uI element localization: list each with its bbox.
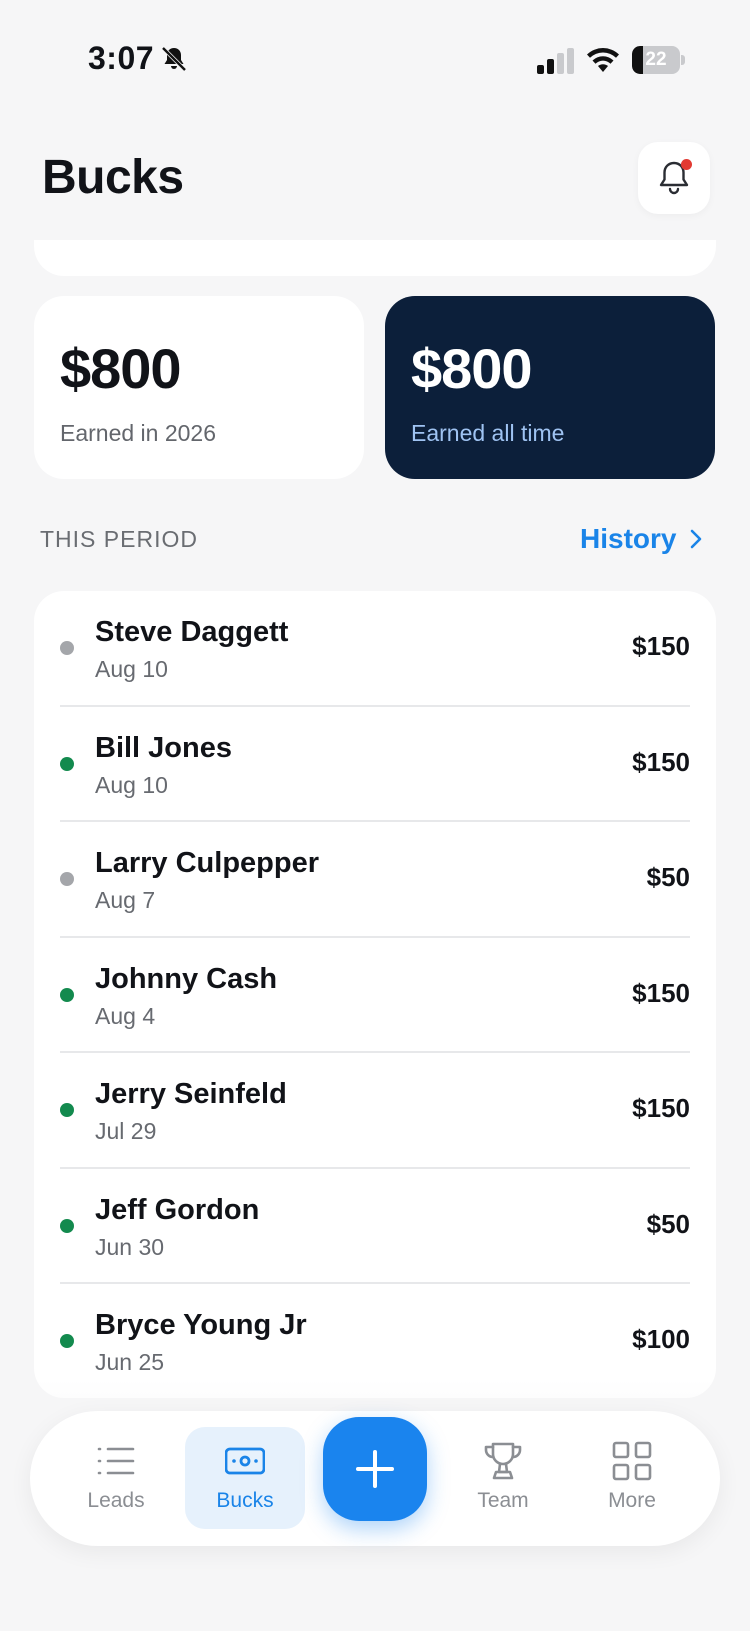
grid-icon (612, 1441, 652, 1481)
bucks-list: Steve Daggett Aug 10 $150 Bill Jones Aug 10 $… (34, 591, 716, 1398)
entry-amount: $150 (632, 977, 690, 1008)
status-dot (60, 641, 74, 655)
stat-value: $800 (60, 337, 182, 400)
stat-label: Earned in 2026 (60, 420, 217, 446)
entry-date: Aug 10 (95, 656, 168, 682)
nav-leads[interactable]: Leads (56, 1427, 176, 1529)
entry-name: Jeff Gordon (95, 1193, 260, 1226)
status-bar: 3:07 22 (0, 0, 750, 120)
entry-name: Bill Jones (95, 731, 232, 764)
nav-label: Bucks (216, 1489, 274, 1512)
battery-indicator: 22 (632, 46, 685, 74)
entry-amount: $50 (646, 1208, 690, 1239)
entry-name: Larry Culpepper (95, 847, 319, 879)
entry-amount: $150 (632, 1093, 690, 1123)
nav-label: More (608, 1489, 656, 1512)
entry-date: Aug 7 (95, 887, 156, 913)
status-dot (60, 872, 74, 886)
history-label: History (580, 523, 677, 554)
plus-icon (356, 1450, 394, 1488)
cash-icon (225, 1447, 265, 1475)
earned-this-year-card: $800 Earned in 2026 (34, 296, 364, 479)
list-item[interactable]: Bill Jones Aug 10 $150 (34, 707, 716, 822)
cellular-signal-icon (537, 48, 574, 74)
nav-team[interactable]: Team (443, 1427, 563, 1529)
entry-date: Jul 29 (95, 1118, 157, 1144)
history-link[interactable]: History (580, 522, 702, 556)
nav-label: Team (477, 1489, 529, 1512)
status-dot (60, 1218, 74, 1233)
status-time: 3:07 (88, 40, 155, 76)
entry-name: Johnny Cash (95, 962, 278, 995)
entry-amount: $150 (632, 746, 690, 777)
entry-date: Jun 25 (95, 1349, 165, 1375)
status-dot (60, 987, 74, 1002)
bottom-nav: Leads Bucks Team More (30, 1411, 720, 1546)
trophy-icon (484, 1442, 522, 1480)
list-item[interactable]: Steve Daggett Aug 10 $150 (34, 591, 716, 707)
status-dot (60, 756, 74, 771)
status-dot (60, 1103, 74, 1117)
list-icon (97, 1447, 135, 1475)
entry-date: Aug 10 (95, 771, 168, 798)
stat-value: $800 (411, 337, 533, 400)
bucks-screen: 3:07 22 Bucks $800 Earned in 2026 $800 E… (0, 0, 750, 1631)
list-item[interactable]: Jeff Gordon Jun 30 $50 (34, 1169, 716, 1284)
add-button[interactable] (323, 1417, 427, 1521)
list-item[interactable]: Johnny Cash Aug 4 $150 (34, 938, 716, 1053)
nav-bucks[interactable]: Bucks (185, 1427, 305, 1529)
header-bar: Bucks (0, 120, 750, 240)
list-item[interactable]: Larry Culpepper Aug 7 $50 (34, 822, 716, 938)
stat-label: Earned all time (411, 420, 565, 446)
nav-more[interactable]: More (572, 1427, 692, 1529)
wifi-icon (587, 48, 619, 72)
entry-name: Steve Daggett (95, 616, 289, 648)
earned-all-time-card: $800 Earned all time (385, 296, 715, 479)
list-item[interactable]: Jerry Seinfeld Jul 29 $150 (34, 1053, 716, 1169)
battery-level: 22 (645, 49, 667, 70)
entry-date: Aug 4 (95, 1002, 156, 1029)
entry-amount: $150 (632, 631, 690, 661)
nav-label: Leads (87, 1489, 145, 1512)
entry-amount: $100 (632, 1324, 690, 1354)
entry-name: Jerry Seinfeld (95, 1078, 287, 1110)
silent-mode-icon (161, 46, 187, 72)
status-dot (60, 1334, 74, 1348)
entry-date: Jun 30 (95, 1233, 165, 1260)
section-title: THIS PERIOD (40, 526, 198, 552)
entry-name: Bryce Young Jr (95, 1309, 307, 1341)
entry-amount: $50 (646, 862, 690, 892)
chevron-right-icon (691, 529, 702, 549)
notification-badge (681, 159, 692, 170)
page-title: Bucks (42, 151, 184, 204)
notifications-button[interactable] (638, 142, 710, 214)
